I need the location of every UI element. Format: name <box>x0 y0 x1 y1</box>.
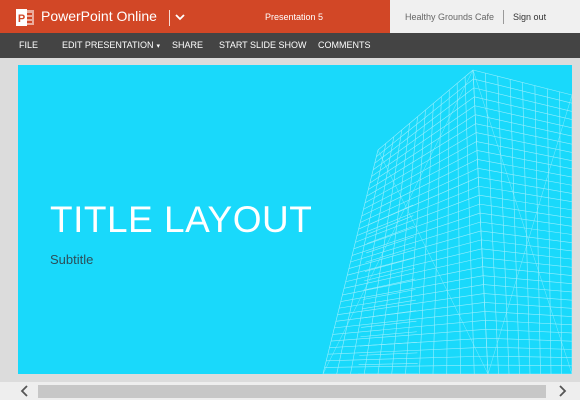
editor-area: TITLE LAYOUT Subtitle <box>0 58 580 382</box>
slide-title[interactable]: TITLE LAYOUT <box>50 199 312 241</box>
caret-down-icon: ▾ <box>156 43 161 50</box>
scrollbar-thumb[interactable] <box>38 385 546 398</box>
sign-out-link[interactable]: Sign out <box>513 12 546 22</box>
title-bar: P PowerPoint Online Presentation 5 Healt… <box>0 0 580 33</box>
app-header: P PowerPoint Online Presentation 5 <box>0 0 390 33</box>
menu-edit-presentation[interactable]: EDIT PRESENTATION ▾ <box>62 40 160 50</box>
svg-text:P: P <box>18 13 25 25</box>
menu-share[interactable]: SHARE <box>172 40 203 50</box>
document-title[interactable]: Presentation 5 <box>265 12 323 22</box>
title-divider <box>169 10 170 26</box>
horizontal-scrollbar[interactable] <box>0 382 580 400</box>
menu-start-slide-show[interactable]: START SLIDE SHOW <box>219 40 307 50</box>
menu-edit-presentation-label: EDIT PRESENTATION <box>62 40 154 50</box>
account-area: Healthy Grounds Cafe Sign out <box>390 0 580 33</box>
slide-subtitle[interactable]: Subtitle <box>50 252 93 267</box>
menu-comments[interactable]: COMMENTS <box>318 40 371 50</box>
chevron-right-icon[interactable] <box>553 383 571 399</box>
powerpoint-logo-icon[interactable]: P <box>16 9 35 26</box>
menu-file[interactable]: FILE <box>19 40 38 50</box>
chevron-down-icon[interactable] <box>171 8 189 26</box>
account-divider <box>503 9 505 24</box>
menu-bar: FILE EDIT PRESENTATION ▾ SHARE START SLID… <box>0 33 580 58</box>
chevron-left-icon[interactable] <box>16 383 34 399</box>
slide-canvas[interactable]: TITLE LAYOUT Subtitle <box>18 65 572 374</box>
app-name[interactable]: PowerPoint Online <box>41 8 157 24</box>
user-name[interactable]: Healthy Grounds Cafe <box>405 12 494 22</box>
